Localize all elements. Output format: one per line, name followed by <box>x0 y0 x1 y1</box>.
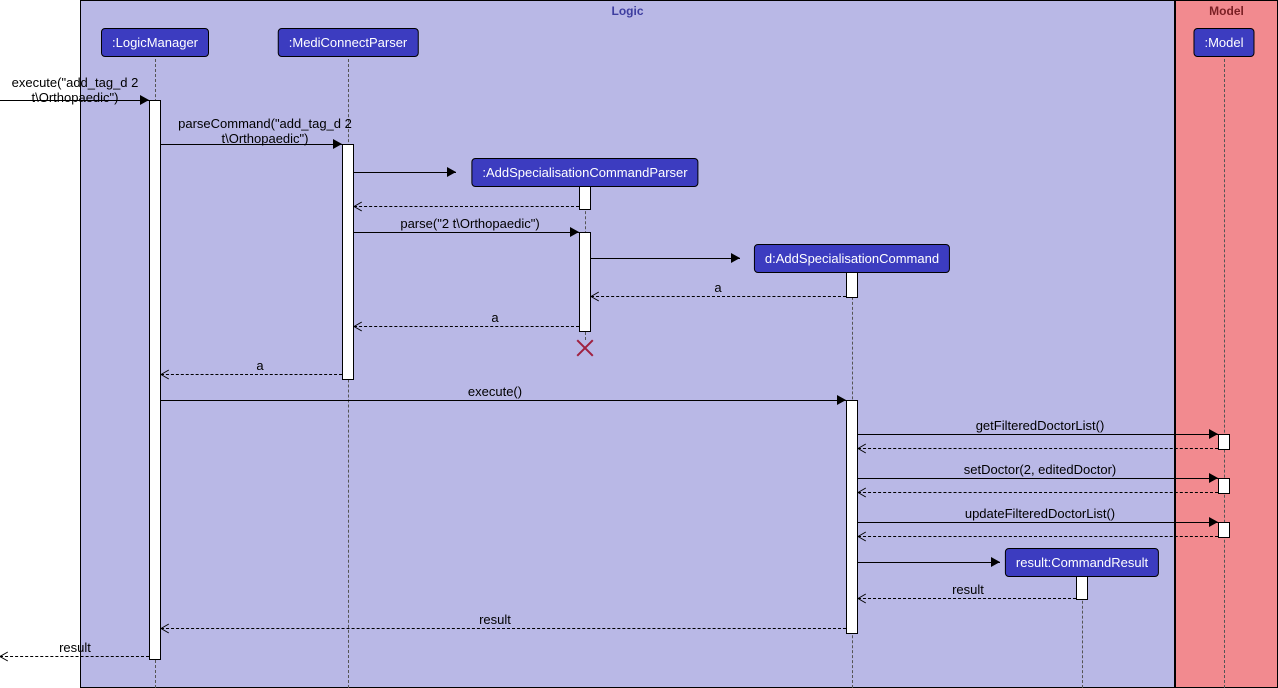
msg-get-filtered <box>858 434 1218 435</box>
activation-logic-manager <box>149 100 161 660</box>
activation-add-spec-parser-parse <box>579 232 591 332</box>
activation-add-spec-parser-create <box>579 186 591 210</box>
label-return-result-out: result <box>59 640 91 655</box>
msg-update-filtered <box>858 522 1218 523</box>
msg-return-update-filtered <box>858 536 1218 537</box>
destroy-spec-parser-icon <box>574 337 596 359</box>
msg-set-doctor <box>858 478 1218 479</box>
msg-return-spec-parser <box>354 206 579 207</box>
label-parse: parse("2 t\Orthopaedic") <box>400 216 539 231</box>
lifeline-model <box>1224 54 1225 688</box>
activation-model-1 <box>1218 434 1230 450</box>
arrow-get-filtered <box>1209 429 1218 439</box>
msg-parse <box>354 232 579 233</box>
label-set-doctor: setDoctor(2, editedDoctor) <box>964 462 1116 477</box>
participant-add-spec-command: d:AddSpecialisationCommand <box>754 244 950 273</box>
msg-return-result1 <box>858 598 1076 599</box>
label-execute-d: execute() <box>468 384 522 399</box>
participant-model: :Model <box>1193 28 1254 57</box>
frame-model-title: Model <box>1209 4 1244 18</box>
label-update-filtered: updateFilteredDoctorList() <box>965 506 1115 521</box>
msg-return-result-out <box>0 656 149 657</box>
arrow-set-doctor <box>1209 473 1218 483</box>
activation-add-spec-cmd-exec <box>846 400 858 634</box>
label-get-filtered: getFilteredDoctorList() <box>976 418 1105 433</box>
msg-return-set-doctor <box>858 492 1218 493</box>
arrow-create-spec-parser <box>447 167 456 177</box>
participant-command-result: result:CommandResult <box>1005 548 1159 577</box>
arrow-create-result <box>991 557 1000 567</box>
activation-model-3 <box>1218 522 1230 538</box>
label-return-a2: a <box>491 310 498 325</box>
arrow-parse <box>570 227 579 237</box>
activation-add-spec-cmd-create <box>846 272 858 298</box>
msg-create-spec-cmd <box>591 258 740 259</box>
frame-logic-title: Logic <box>612 4 644 18</box>
msg-return-a2 <box>354 326 579 327</box>
participant-logic-manager: :LogicManager <box>101 28 209 57</box>
arrow-update-filtered <box>1209 517 1218 527</box>
label-parse-command: parseCommand("add_tag_d 2 t\Orthopaedic"… <box>165 116 365 146</box>
msg-return-get-filtered <box>858 448 1218 449</box>
msg-create-spec-parser <box>354 172 456 173</box>
frame-model: Model <box>1175 0 1278 688</box>
msg-create-result <box>858 562 1000 563</box>
label-return-result2: result <box>479 612 511 627</box>
label-return-a1: a <box>714 280 721 295</box>
arrow-create-spec-cmd <box>731 253 740 263</box>
msg-return-a1 <box>591 296 846 297</box>
label-execute-in: execute("add_tag_d 2 t\Orthopaedic") <box>0 75 150 105</box>
label-return-result1: result <box>952 582 984 597</box>
participant-mediconnect-parser: :MediConnectParser <box>278 28 419 57</box>
participant-add-spec-parser: :AddSpecialisationCommandParser <box>471 158 698 187</box>
frame-logic: Logic <box>80 0 1175 688</box>
activation-mediconnect-parser <box>342 144 354 380</box>
activation-model-2 <box>1218 478 1230 494</box>
activation-command-result <box>1076 576 1088 600</box>
msg-return-result2 <box>161 628 846 629</box>
msg-return-a3 <box>161 374 342 375</box>
msg-execute-d <box>161 400 846 401</box>
arrow-execute-d <box>837 395 846 405</box>
label-return-a3: a <box>256 358 263 373</box>
